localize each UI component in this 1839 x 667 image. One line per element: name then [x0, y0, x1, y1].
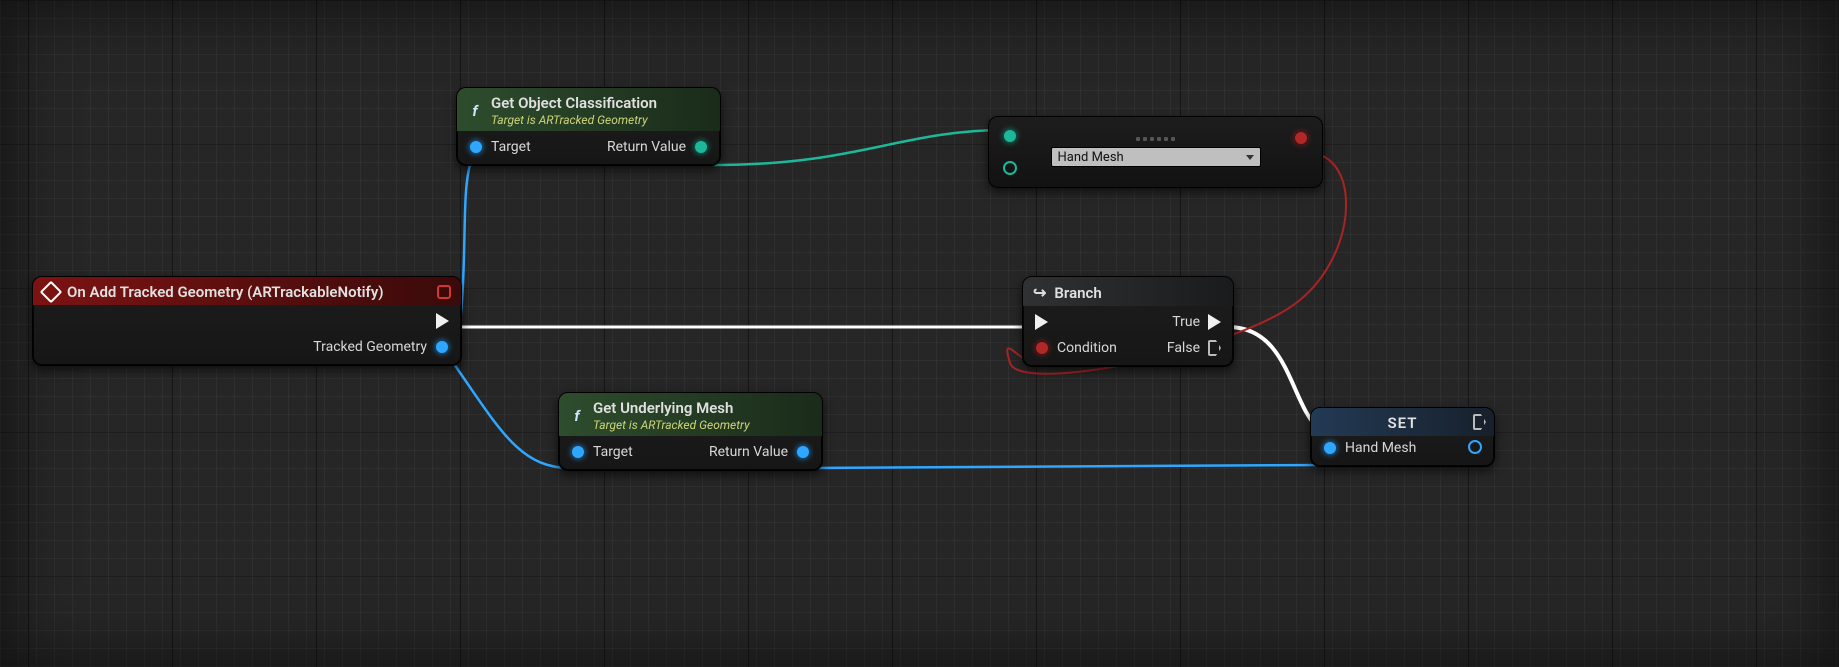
dropdown-value: Hand Mesh [1058, 150, 1124, 165]
target-input-pin[interactable]: Target [469, 139, 531, 155]
pin-label: Return Value [709, 444, 788, 460]
pin-label: Condition [1057, 340, 1117, 356]
node-title: Get Object Classification [491, 94, 657, 112]
pin-label: Tracked Geometry [313, 339, 427, 355]
return-value-output-pin[interactable]: Return Value [607, 139, 708, 155]
branch-icon: ↪ [1033, 283, 1046, 302]
value-output-pin[interactable] [1468, 440, 1482, 454]
exec-arrow-hollow-icon [1208, 340, 1221, 356]
breakpoint-icon[interactable] [437, 285, 451, 299]
exec-input-pin[interactable] [1035, 314, 1117, 330]
node-title: Get Underlying Mesh [593, 399, 733, 417]
node-get-object-classification[interactable]: f Get Object Classification Target is AR… [456, 87, 721, 166]
true-output-pin[interactable]: True [1167, 314, 1221, 330]
pin-label: Target [491, 139, 531, 155]
node-title: Branch [1054, 284, 1101, 302]
node-title: On Add Tracked Geometry (ARTrackableNoti… [67, 283, 384, 301]
object-pin-dot [435, 340, 449, 354]
object-pin-dot [796, 445, 810, 459]
tracked-geometry-output-pin[interactable]: Tracked Geometry [313, 339, 449, 355]
object-pin-dot [469, 140, 483, 154]
target-input-pin[interactable]: Target [571, 444, 633, 460]
bool-output-pin[interactable] [1294, 131, 1308, 145]
node-title: SET [1388, 414, 1418, 432]
node-equal-enum[interactable]: Hand Mesh [988, 116, 1323, 188]
pin-label: Hand Mesh [1345, 440, 1416, 456]
node-branch[interactable]: ↪ Branch Condition True False [1022, 276, 1234, 367]
exec-arrow-icon [436, 313, 449, 329]
enum-input-pin[interactable] [1003, 129, 1017, 143]
node-header: SET [1311, 408, 1494, 436]
node-on-add-tracked-geometry[interactable]: On Add Tracked Geometry (ARTrackableNoti… [32, 276, 462, 366]
node-header: f Get Underlying Mesh Target is ARTracke… [559, 393, 822, 436]
return-value-output-pin[interactable]: Return Value [709, 444, 810, 460]
event-icon [40, 281, 63, 304]
object-pin-dot [571, 445, 585, 459]
false-output-pin[interactable]: False [1167, 340, 1221, 356]
condition-input-pin[interactable]: Condition [1035, 340, 1117, 356]
node-header: ↪ Branch [1023, 277, 1233, 306]
object-pin-dot [1323, 441, 1337, 455]
pin-label: True [1172, 314, 1200, 330]
pin-label: Target [593, 444, 633, 460]
enum-pin-dot [694, 140, 708, 154]
node-subtitle: Target is ARTracked Geometry [593, 418, 750, 432]
function-icon: f [569, 408, 585, 424]
node-set-hand-mesh[interactable]: SET Hand Mesh [1310, 407, 1495, 467]
node-header: f Get Object Classification Target is AR… [457, 88, 720, 131]
hand-mesh-input-pin[interactable]: Hand Mesh [1323, 440, 1416, 456]
bool-pin-dot [1035, 341, 1049, 355]
node-subtitle: Target is ARTracked Geometry [491, 113, 657, 127]
grip-handle-icon[interactable] [1136, 137, 1175, 141]
exec-arrow-icon [1208, 314, 1221, 330]
pin-label: False [1167, 340, 1200, 356]
exec-arrow-icon [1035, 314, 1048, 330]
node-header: On Add Tracked Geometry (ARTrackableNoti… [33, 277, 461, 305]
pin-label: Return Value [607, 139, 686, 155]
enum-dropdown[interactable]: Hand Mesh [1051, 147, 1261, 167]
node-get-underlying-mesh[interactable]: f Get Underlying Mesh Target is ARTracke… [558, 392, 823, 471]
function-icon: f [467, 103, 483, 119]
exec-output-pin[interactable] [313, 313, 449, 329]
chevron-down-icon [1246, 155, 1254, 160]
object-pin-dot-open [1468, 440, 1482, 454]
enum-input-pin-b[interactable] [1003, 161, 1017, 175]
